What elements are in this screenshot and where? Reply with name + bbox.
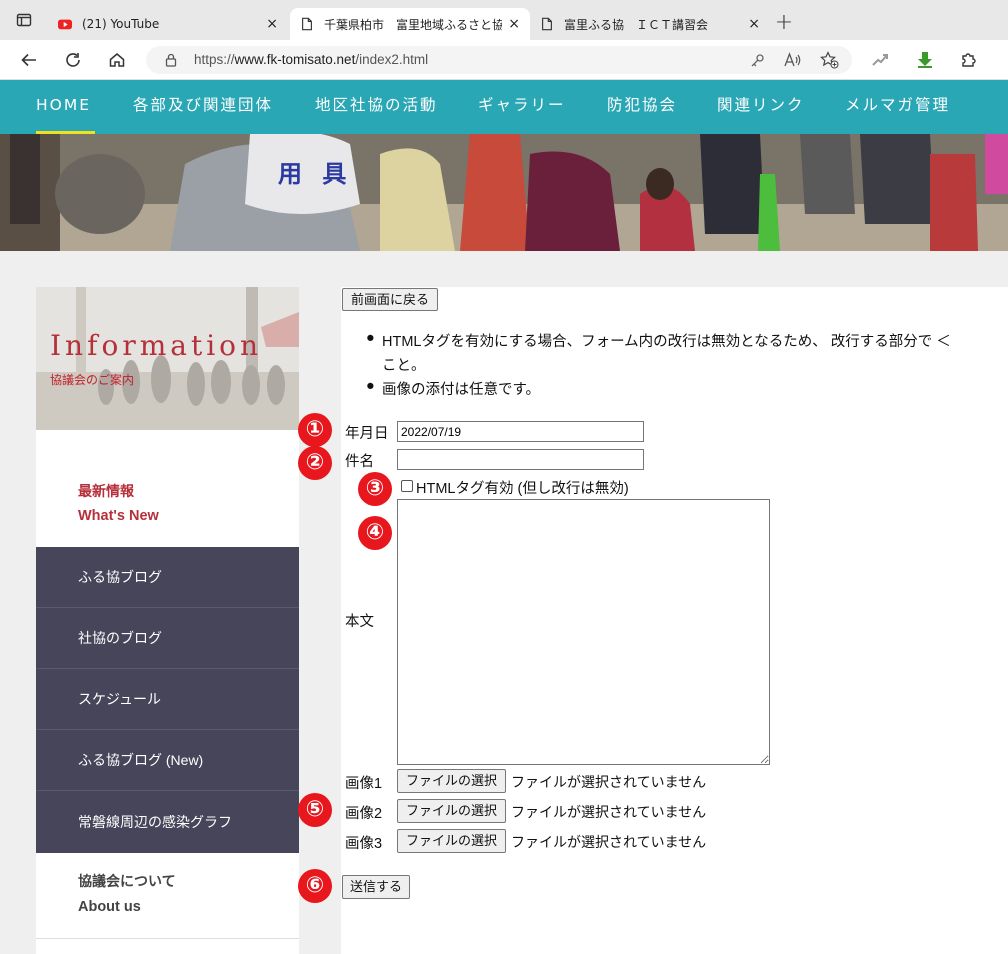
site-navigation: HOME 各部及び関連団体 地区社協の活動 ギャラリー 防犯協会 関連リンク メ… (0, 80, 1008, 134)
image1-choose-file-button[interactable]: ファイルの選択 (397, 769, 506, 793)
post-form: 前画面に戻る ● HTMLタグを有効にする場合、フォーム内の改行は無効となるため… (341, 287, 1008, 954)
nav-crime-prevention[interactable]: 防犯協会 (607, 80, 677, 134)
image2-label: 画像2 (345, 806, 383, 822)
tab-youtube[interactable]: (21) YouTube × (48, 8, 288, 40)
home-icon[interactable] (105, 48, 129, 72)
bullet-dot: ● (366, 378, 375, 394)
image2-choose-file-button[interactable]: ファイルの選択 (397, 799, 506, 823)
annotation-4: ④ (358, 516, 392, 550)
back-button[interactable]: 前画面に戻る (342, 288, 438, 311)
info-subtitle: 協議会のご案内 (50, 373, 135, 387)
sidebar-item-about[interactable]: 協議会について About us (36, 853, 299, 939)
note-images-optional: 画像の添付は任意です。 (382, 382, 541, 398)
note-html-tags: HTMLタグを有効にする場合、フォーム内の改行は無効となるため、 改行する部分で… (382, 334, 951, 350)
image1-status: ファイルが選択されていません (511, 774, 707, 790)
date-label: 年月日 (345, 426, 389, 442)
image3-choose-file-button[interactable]: ファイルの選択 (397, 829, 506, 853)
page-icon (542, 17, 552, 31)
extension-icon[interactable] (869, 48, 893, 72)
nav-related-links[interactable]: 関連リンク (717, 80, 805, 134)
annotation-1: ① (298, 413, 332, 447)
submit-button[interactable]: 送信する (342, 875, 410, 899)
whats-new-en: What's New (78, 508, 159, 524)
hero-vest-text: 用 具 (278, 160, 353, 188)
nav-mail-magazine[interactable]: メルマガ管理 (845, 80, 950, 134)
extensions-puzzle-icon[interactable] (957, 48, 981, 72)
url-path: /index2.html (355, 52, 429, 67)
body-label: 本文 (345, 614, 374, 630)
nav-home[interactable]: HOME (36, 80, 95, 134)
sidebar-menu: ふる協ブログ 社協のブログ スケジュール ふる協ブログ (New) 常磐線周辺の… (36, 547, 299, 853)
page-icon (302, 17, 312, 31)
sidebar-item-furukyo-blog-new[interactable]: ふる協ブログ (New) (36, 730, 299, 790)
annotation-6: ⑥ (298, 869, 332, 903)
subject-label: 件名 (345, 454, 374, 470)
url-prefix: https:// (194, 52, 235, 67)
browser-tab-strip: (21) YouTube × 千葉県柏市 富里地域ふるさと協議 × 富里ふる協 … (0, 0, 1008, 40)
annotation-5: ⑤ (298, 793, 332, 827)
html-tag-checkbox[interactable] (401, 480, 413, 492)
tab-title: (21) YouTube (82, 17, 160, 31)
subject-input[interactable] (397, 449, 644, 470)
annotation-3: ③ (358, 472, 392, 506)
reload-icon[interactable] (61, 48, 85, 72)
browser-toolbar: https://www.fk-tomisato.net/index2.html (0, 40, 1008, 80)
tab-fk-tomisato[interactable]: 千葉県柏市 富里地域ふるさと協議 × (290, 8, 530, 40)
download-icon[interactable] (913, 48, 937, 72)
youtube-icon (58, 19, 72, 30)
sidebar-item-label: 社協のブログ (78, 630, 162, 646)
sidebar-item-infection-graph[interactable]: 常磐線周辺の感染グラフ (36, 791, 299, 853)
key-icon[interactable] (750, 53, 765, 68)
sidebar-item-schedule[interactable]: スケジュール (36, 669, 299, 729)
url-domain: www.fk-tomisato.net (234, 52, 356, 67)
image2-status: ファイルが選択されていません (511, 804, 707, 820)
sidebar-item-label: ふる協ブログ (New) (78, 752, 204, 768)
nav-social-welfare[interactable]: 地区社協の活動 (315, 80, 438, 134)
back-arrow-icon[interactable] (17, 48, 41, 72)
lock-icon[interactable] (164, 53, 178, 67)
close-tab-icon[interactable]: × (508, 16, 520, 32)
nav-gallery[interactable]: ギャラリー (478, 80, 566, 134)
image3-label: 画像3 (345, 836, 383, 852)
info-title: Information (50, 329, 263, 362)
image1-label: 画像1 (345, 776, 383, 792)
tab-ict[interactable]: 富里ふる協 ＩＣＴ講習会 × (530, 8, 770, 40)
html-tag-checkbox-label: HTMLタグ有効 (但し改行は無効) (416, 481, 629, 497)
sidebar-item-furukyo-blog[interactable]: ふる協ブログ (36, 547, 299, 607)
sidebar-item-shakyo-blog[interactable]: 社協のブログ (36, 608, 299, 668)
read-aloud-icon[interactable] (784, 52, 802, 68)
address-bar[interactable]: https://www.fk-tomisato.net/index2.html (146, 46, 852, 74)
info-header: Information 協議会のご案内 (36, 287, 299, 430)
sidebar-item-label: 常磐線周辺の感染グラフ (78, 814, 232, 830)
image3-status: ファイルが選択されていません (511, 834, 707, 850)
sidebar: Information 協議会のご案内 最新情報 What's New ふる協ブ… (36, 287, 299, 954)
annotation-2: ② (298, 446, 332, 480)
tab-title: 富里ふる協 ＩＣＴ講習会 (564, 17, 709, 32)
body-textarea[interactable] (397, 499, 770, 765)
new-tab-button[interactable]: + (772, 10, 796, 35)
whats-new-jp: 最新情報 (78, 483, 134, 499)
nav-departments[interactable]: 各部及び関連団体 (133, 80, 273, 134)
close-tab-icon[interactable]: × (266, 16, 278, 32)
about-jp: 協議会について (78, 873, 176, 889)
sidebar-item-label: ふる協ブログ (78, 569, 162, 585)
bullet-dot: ● (366, 330, 375, 346)
tab-title: 千葉県柏市 富里地域ふるさと協議 (324, 17, 503, 32)
date-input[interactable] (397, 421, 644, 442)
about-en: About us (78, 899, 141, 915)
note-html-tags-cont: こと。 (382, 358, 426, 374)
tab-actions-icon[interactable] (12, 8, 36, 32)
add-favorite-icon[interactable] (820, 51, 839, 69)
sidebar-item-label: スケジュール (78, 691, 162, 707)
sidebar-item-whats-new[interactable]: 最新情報 What's New (36, 430, 299, 547)
close-tab-icon[interactable]: × (748, 16, 760, 32)
hero-photo: 用 具 (0, 134, 1008, 251)
